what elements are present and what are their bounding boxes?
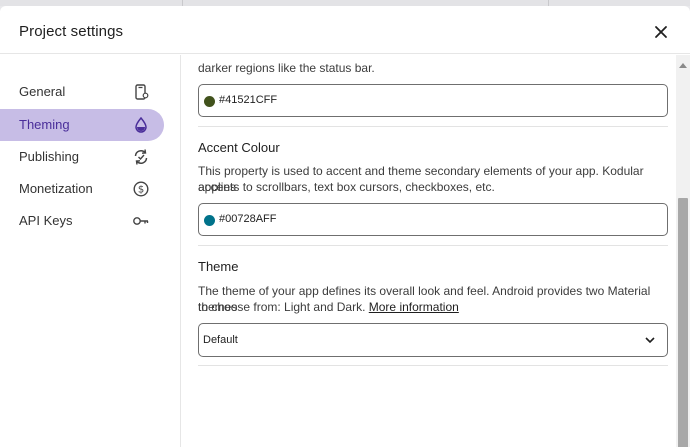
settings-sidebar: General Theming Publishing Monetization …: [0, 55, 181, 447]
close-icon: [655, 26, 667, 38]
sidebar-item-label: General: [19, 84, 66, 99]
sidebar-item-label: API Keys: [19, 213, 73, 228]
sidebar-item-monetization[interactable]: Monetization $: [0, 173, 164, 205]
accent-color-field[interactable]: #00728AFF: [198, 203, 668, 236]
sidebar-item-label: Publishing: [19, 149, 79, 164]
color-swatch: [204, 215, 215, 226]
color-value: #00728AFF: [219, 213, 277, 225]
close-button[interactable]: [654, 25, 668, 39]
sync-icon: [134, 149, 148, 165]
divider: [198, 126, 668, 127]
sidebar-item-publishing[interactable]: Publishing: [0, 141, 164, 173]
theme-description-text: to choose from: Light and Dark.: [198, 300, 366, 314]
sidebar-item-general[interactable]: General: [0, 76, 164, 108]
theme-select[interactable]: Default: [198, 323, 668, 357]
divider: [198, 245, 668, 246]
accent-colour-title: Accent Colour: [198, 140, 280, 155]
color-value: #41521CFF: [219, 94, 278, 106]
more-information-link[interactable]: More information: [369, 300, 459, 314]
scrollbar-thumb[interactable]: [678, 198, 688, 447]
dollar-circle-icon: $: [133, 181, 149, 197]
droplet-icon: [135, 116, 147, 133]
accent-description-line2: accents to scrollbars, text box cursors,…: [198, 180, 495, 194]
dialog-header: Project settings: [0, 6, 690, 54]
divider: [198, 365, 668, 366]
chevron-down-icon: [645, 337, 655, 344]
project-settings-dialog: Project settings General Theming Publish…: [0, 6, 690, 447]
primary-dark-color-field[interactable]: #41521CFF: [198, 84, 668, 117]
theme-description-line2: to choose from: Light and Dark. More inf…: [198, 299, 459, 315]
theme-title: Theme: [198, 259, 239, 274]
settings-content: darker regions like the status bar. #415…: [181, 55, 676, 447]
sidebar-item-label: Monetization: [19, 181, 93, 196]
content-scrollbar[interactable]: [676, 55, 690, 447]
primary-dark-description: darker regions like the status bar.: [198, 61, 375, 75]
svg-text:$: $: [138, 185, 144, 196]
sidebar-item-label: Theming: [19, 117, 70, 132]
sidebar-item-api-keys[interactable]: API Keys: [0, 205, 164, 237]
theme-select-value: Default: [203, 334, 238, 346]
dialog-title: Project settings: [19, 23, 124, 40]
phone-settings-icon: [135, 84, 149, 100]
color-swatch: [204, 96, 215, 107]
sidebar-item-theming[interactable]: Theming: [0, 109, 164, 141]
scroll-up-arrow-icon[interactable]: [679, 63, 687, 68]
key-icon: [133, 217, 149, 225]
